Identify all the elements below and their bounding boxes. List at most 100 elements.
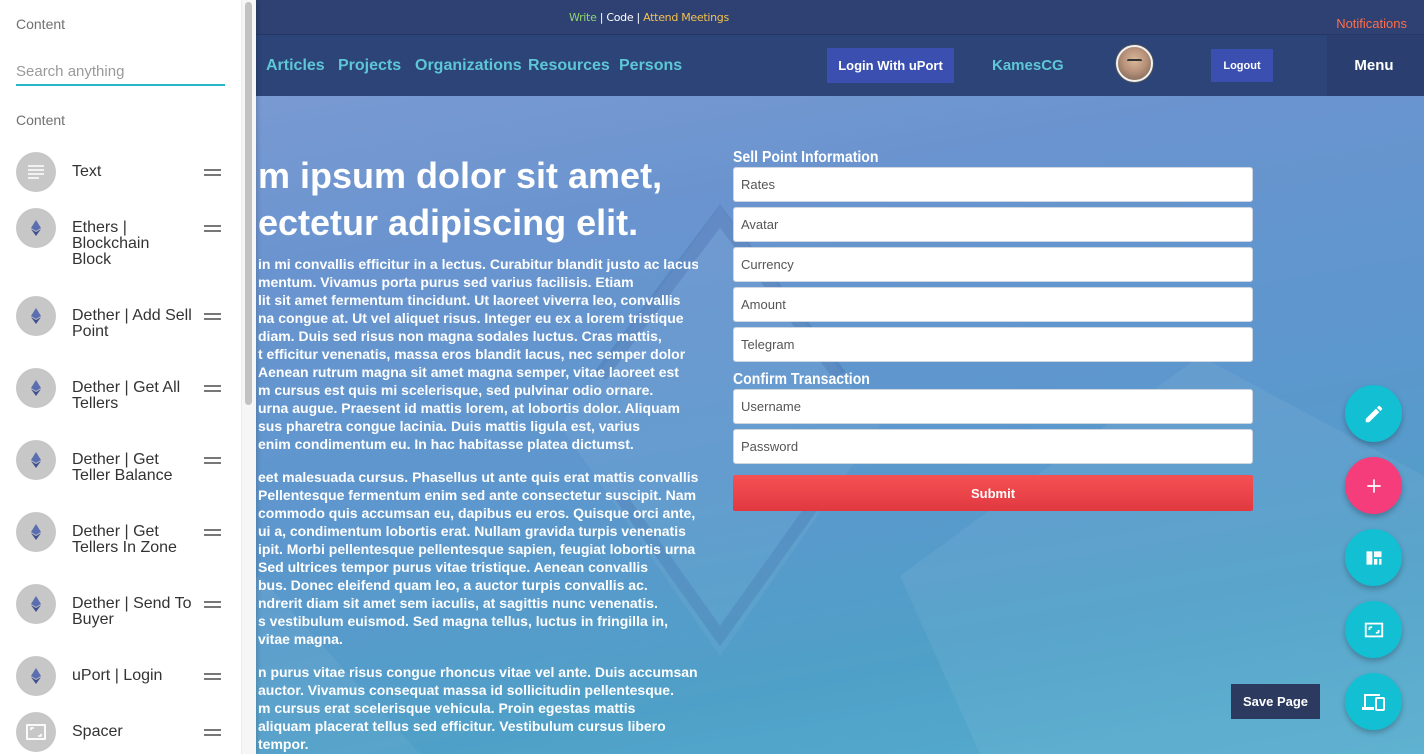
amount-field[interactable] (733, 287, 1253, 322)
notifications-link[interactable]: Notifications (1336, 16, 1407, 31)
mode-switcher: Write | Code | Attend Meetings (569, 11, 729, 24)
ethereum-icon (16, 656, 56, 696)
content-item-label: Text (72, 163, 102, 180)
avatar-field[interactable] (733, 207, 1253, 242)
avatar[interactable] (1116, 45, 1153, 82)
paragraph-line: eet malesuada cursus. Phasellus ut ante … (258, 469, 698, 485)
ethereum-icon (16, 208, 56, 248)
add-fab[interactable] (1345, 457, 1402, 514)
paragraph-line: na congue at. Ut vel aliquet risus. Inte… (258, 310, 684, 326)
devices-icon (1361, 693, 1385, 711)
sell-point-heading: Sell Point Information (733, 149, 879, 166)
content-item-label: Dether | Get Teller Balance (72, 451, 173, 484)
nav-resources[interactable]: Resources (528, 57, 610, 75)
mode-write-link[interactable]: Write (569, 11, 597, 24)
save-page-button[interactable]: Save Page (1231, 684, 1320, 719)
rates-field[interactable] (733, 167, 1253, 202)
mode-meetings-link[interactable]: Attend Meetings (643, 11, 729, 24)
devices-fab[interactable] (1345, 673, 1402, 730)
drag-handle-icon[interactable] (204, 313, 221, 321)
paragraph-line: Pellentesque fermentum enim sed ante con… (258, 487, 697, 503)
nav-persons[interactable]: Persons (619, 57, 682, 75)
drag-handle-icon[interactable] (204, 673, 221, 681)
sidebar-title: Content (16, 16, 66, 32)
paragraph-line: vitae magna. (258, 631, 343, 647)
paragraph-line: aliquam placerat tellus sed efficitur. V… (258, 718, 666, 734)
sidebar-section-label: Content (16, 112, 66, 128)
paragraph-line: commodo quis accumsan eu, dapibus eu ero… (258, 505, 696, 521)
paragraph-line: urna augue. Praesent id mattis lorem, at… (258, 400, 680, 416)
drag-handle-icon[interactable] (204, 601, 221, 609)
layout-fab[interactable] (1345, 529, 1402, 586)
content-item-label: Ethers | Blockchain Block (72, 219, 150, 268)
paragraph-line: in mi convallis efficitur in a lectus. C… (258, 256, 698, 272)
drag-handle-icon[interactable] (204, 729, 221, 737)
pencil-icon (1365, 405, 1382, 422)
drag-handle-icon[interactable] (204, 225, 221, 233)
paragraph-line: n purus vitae risus congue rhoncus vitae… (258, 664, 698, 680)
paragraph-line: m cursus erat scelerisque vehicula. Proi… (258, 700, 636, 716)
layout-icon (1366, 550, 1381, 565)
hero-title-line: m ipsum dolor sit amet, (258, 155, 663, 196)
paragraph-line: ndrerit diam sit amet sem iaculis, at sa… (258, 595, 658, 611)
content-item-label: Dether | Send To Buyer (72, 595, 192, 628)
hero-title-line: ectetur adipiscing elit. (258, 202, 639, 243)
paragraph-line: t efficitur venenatis, massa eros blandi… (258, 346, 686, 362)
ethereum-icon (16, 584, 56, 624)
text-lines-icon (16, 152, 56, 192)
nav-articles[interactable]: Articles (266, 57, 325, 75)
login-uport-button[interactable]: Login With uPort (827, 48, 954, 83)
submit-button[interactable]: Submit (733, 475, 1253, 511)
ethereum-icon (16, 512, 56, 552)
paragraph-line: bus. Donec eleifend quam leo, a auctor t… (258, 577, 648, 593)
plus-icon (1366, 478, 1381, 493)
mode-code-link[interactable]: Code (606, 11, 633, 24)
nav-projects[interactable]: Projects (338, 57, 401, 75)
paragraph-line: diam. Duis sed risus non magna sodales l… (258, 328, 662, 344)
paragraph-line: ui a, condimentum lobortis erat. Nullam … (258, 523, 686, 539)
content-item-label: Spacer (72, 723, 123, 740)
mode-separator: | (633, 11, 644, 24)
paragraph-line: m cursus est quis mi scelerisque, sed pu… (258, 382, 654, 398)
hero-paragraph: in mi convallis efficitur in a lectus. C… (258, 255, 698, 453)
content-sidebar: Content Content Text Ethers | Blockchain… (0, 0, 256, 754)
spacer-icon (16, 712, 56, 752)
ethereum-icon (16, 368, 56, 408)
mode-separator: | (596, 11, 607, 24)
crop-fab[interactable] (1345, 601, 1402, 658)
sidebar-scrollbar-thumb[interactable] (245, 2, 252, 405)
drag-handle-icon[interactable] (204, 385, 221, 393)
paragraph-line: mentum. Vivamus porta purus sed varius f… (258, 274, 634, 290)
content-item-label: Dether | Add Sell Point (72, 307, 192, 340)
crop-icon (1364, 622, 1383, 637)
paragraph-line: sus pharetra congue lacinia. Duis mattis… (258, 418, 641, 434)
nav-organizations[interactable]: Organizations (415, 57, 522, 75)
username-link[interactable]: KamesCG (992, 57, 1064, 74)
drag-handle-icon[interactable] (204, 169, 221, 177)
content-item-label: Dether | Get All Tellers (72, 379, 181, 412)
menu-label: Menu (1354, 57, 1394, 74)
paragraph-line: Sed ultrices tempor purus vitae tristiqu… (258, 559, 649, 575)
logout-button[interactable]: Logout (1211, 49, 1273, 82)
paragraph-line: enim condimentum eu. In hac habitasse pl… (258, 436, 634, 452)
ethereum-icon (16, 440, 56, 480)
confirm-transaction-heading: Confirm Transaction (733, 371, 870, 388)
telegram-field[interactable] (733, 327, 1253, 362)
password-field[interactable] (733, 429, 1253, 464)
username-field[interactable] (733, 389, 1253, 424)
hero-paragraph: n purus vitae risus congue rhoncus vitae… (258, 663, 698, 753)
paragraph-line: s vestibulum euismod. Sed magna tellus, … (258, 613, 668, 629)
content-item-label: Dether | Get Tellers In Zone (72, 523, 177, 556)
search-input[interactable] (16, 58, 225, 86)
edit-fab[interactable] (1345, 385, 1402, 442)
ethereum-icon (16, 296, 56, 336)
menu-button[interactable]: Menu (1327, 35, 1424, 96)
paragraph-line: auctor. Vivamus consequat massa id solli… (258, 682, 674, 698)
currency-field[interactable] (733, 247, 1253, 282)
hero-title: m ipsum dolor sit amet, ectetur adipisci… (258, 152, 728, 246)
paragraph-line: tempor. (258, 736, 309, 752)
drag-handle-icon[interactable] (204, 529, 221, 537)
drag-handle-icon[interactable] (204, 457, 221, 465)
paragraph-line: ipit. Morbi pellentesque pellentesque sa… (258, 541, 696, 557)
content-item-label: uPort | Login (72, 667, 163, 684)
